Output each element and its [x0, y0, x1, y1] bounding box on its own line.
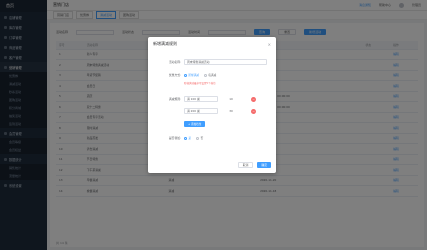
rules-label: 满减规则:	[168, 97, 181, 101]
radio-dot-icon	[196, 136, 200, 140]
type-label: 优惠方式:	[168, 73, 181, 77]
radio-dot-icon	[203, 73, 207, 77]
radio-stack-yes[interactable]: 是	[184, 136, 191, 140]
delete-rule-2-icon[interactable]: −	[251, 108, 256, 114]
close-icon[interactable]: ×	[268, 42, 271, 47]
name-label: 活动名称:	[168, 60, 181, 64]
rule-2-value[interactable]: 30	[227, 109, 235, 113]
add-tier-button[interactable]: + 添加档位	[184, 121, 206, 127]
radio-per-reduction[interactable]: 每满减	[203, 73, 216, 77]
radio-dot-icon	[184, 73, 187, 77]
confirm-button[interactable]: 确定	[257, 162, 271, 168]
activity-name-input[interactable]: 周末特惠满减活动	[184, 59, 267, 65]
rule-1-value[interactable]: 10	[227, 97, 235, 101]
add-rule-dialog: 新增满减规则 × 活动名称: 周末特惠满减活动 优惠方式: 阶梯满减 每满减 阶…	[148, 37, 276, 173]
delete-rule-1-icon[interactable]: −	[251, 96, 256, 102]
radio-dot-icon	[184, 136, 187, 140]
stack-label: 是否叠加:	[168, 136, 181, 140]
rule-2-threshold[interactable]: 满 200 减	[184, 108, 218, 114]
radio-stack-no[interactable]: 否	[196, 136, 203, 140]
radio-tiered[interactable]: 阶梯满减	[184, 73, 199, 77]
dialog-title: 新增满减规则	[153, 41, 177, 46]
cancel-button[interactable]: 取消	[237, 162, 254, 168]
tier-warning: 阶梯满减最多可设置5个档位	[184, 82, 216, 85]
rule-1-threshold[interactable]: 满 100 减	[184, 96, 218, 102]
